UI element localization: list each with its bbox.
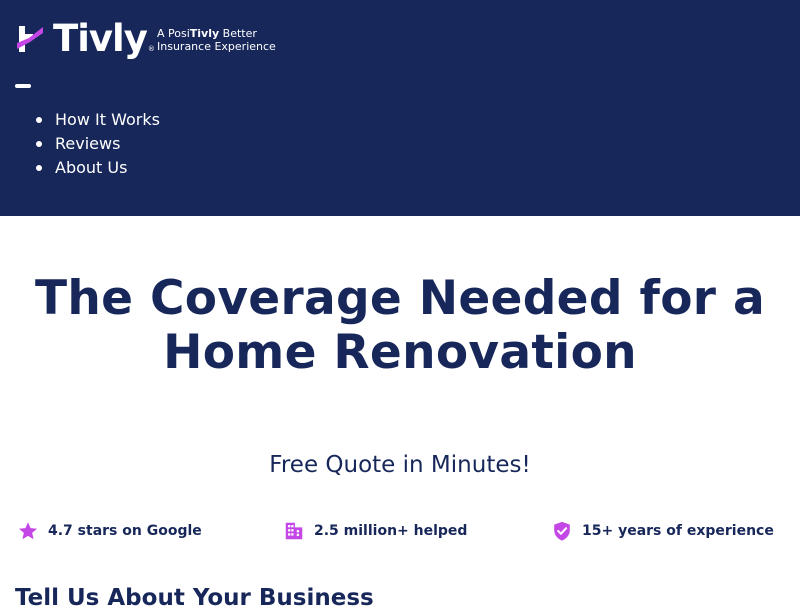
nav-link-reviews[interactable]: Reviews: [55, 134, 120, 153]
star-icon: [19, 522, 37, 540]
tivly-logo[interactable]: Tivly ®: [15, 19, 155, 59]
trust-label-rating: 4.7 stars on Google: [48, 523, 202, 539]
nav-item-reviews: Reviews: [15, 132, 160, 156]
trust-item-experience: 15+ years of experience: [551, 519, 774, 543]
trust-label-helped: 2.5 million+ helped: [314, 523, 468, 539]
nav-link-about-us[interactable]: About Us: [55, 158, 127, 177]
trust-label-experience: 15+ years of experience: [582, 523, 774, 539]
nav-link-how-it-works[interactable]: How It Works: [55, 110, 160, 129]
form-title: Tell Us About Your Business: [15, 585, 374, 611]
tagline-line-2: Insurance Experience: [157, 40, 276, 53]
tagline-prefix: A Posi: [157, 27, 190, 40]
trust-item-rating: 4.7 stars on Google: [17, 519, 202, 543]
trust-item-helped: 2.5 million+ helped: [283, 519, 467, 543]
building-icon: [285, 522, 303, 540]
shield-check-icon: [554, 521, 570, 541]
logo-wordmark: Tivly: [53, 17, 148, 60]
tagline-line-1: A PosiTivly Better: [157, 27, 287, 40]
tagline-suffix: Better: [219, 27, 257, 40]
nav-item-about-us: About Us: [15, 156, 160, 180]
hero-subtitle: Free Quote in Minutes!: [269, 452, 531, 478]
nav-item-how-it-works: How It Works: [15, 108, 160, 132]
menu-toggle-button[interactable]: [15, 84, 31, 88]
tagline-brand: Tivly: [189, 27, 220, 40]
brand-tagline: A PosiTivly Better Insurance Experience: [157, 27, 287, 53]
hero-title-line-1: The Coverage Needed for a: [35, 271, 765, 326]
hero-title: The Coverage Needed for a Home Renovatio…: [0, 272, 800, 380]
hero-title-line-2: Home Renovation: [163, 325, 637, 380]
site-header: Tivly ® A PosiTivly Better Insurance Exp…: [0, 0, 800, 216]
registered-mark: ®: [147, 45, 155, 53]
main-nav: How It Works Reviews About Us: [15, 108, 160, 180]
tivly-logo-mark-icon: [17, 26, 43, 52]
